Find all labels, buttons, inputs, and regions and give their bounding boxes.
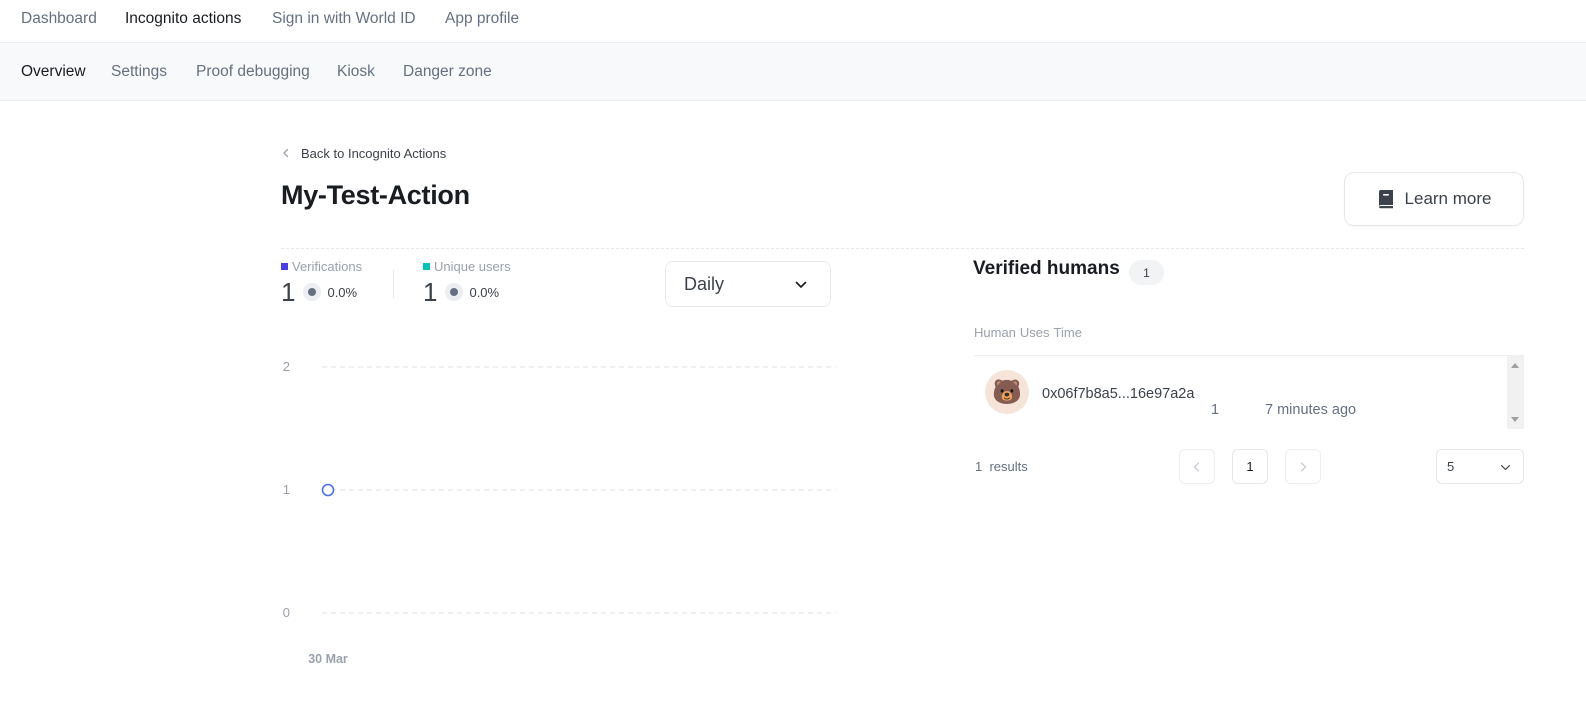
rows-per-page-select[interactable]: 5 <box>1436 449 1524 484</box>
chart-data-point[interactable] <box>321 483 335 497</box>
chart-y-tick-label: 2 <box>283 359 290 374</box>
top-nav-app-profile[interactable]: App profile <box>445 10 519 28</box>
chevron-down-icon <box>1500 464 1511 471</box>
chevron-left-icon <box>283 148 289 158</box>
unique-users-label: Unique users <box>434 259 511 274</box>
tab-proof-debugging[interactable]: Proof debugging <box>196 63 310 81</box>
chevron-left-icon <box>1193 461 1200 472</box>
learn-more-button[interactable]: Learn more <box>1344 172 1524 226</box>
scroll-up-arrow-icon[interactable] <box>1511 363 1519 368</box>
rows-per-page-value: 5 <box>1447 459 1455 474</box>
page-title: My-Test-Action <box>281 180 470 210</box>
sub-nav: Overview Settings Proof debugging Kiosk … <box>0 43 1586 101</box>
results-count-value: 1 <box>975 459 983 474</box>
verified-humans-count-badge: 1 <box>1129 260 1164 285</box>
results-count-label: results <box>989 459 1028 474</box>
top-nav-sign-in-with-world-id[interactable]: Sign in with World ID <box>272 10 416 28</box>
previous-page-button[interactable] <box>1179 449 1215 484</box>
back-link-label: Back to Incognito Actions <box>301 145 447 161</box>
back-link[interactable]: Back to Incognito Actions <box>281 144 446 162</box>
column-header-human: Human <box>974 325 1016 340</box>
verifications-change: 0.0% <box>327 284 358 300</box>
learn-more-label: Learn more <box>1404 189 1492 208</box>
tab-overview[interactable]: Overview <box>21 63 86 81</box>
column-header-time: Time <box>1053 325 1082 340</box>
stat-unique-users: Unique users 1 0.0% <box>423 259 511 307</box>
chevron-down-icon <box>795 281 807 288</box>
page-number-button[interactable]: 1 <box>1232 449 1268 484</box>
top-nav-incognito-actions[interactable]: Incognito actions <box>125 10 241 28</box>
verifications-trend-icon <box>303 283 322 301</box>
unique-users-value: 1 <box>423 277 438 307</box>
human-time: 7 minutes ago <box>1265 402 1357 418</box>
chart-y-tick-label: 0 <box>283 605 290 620</box>
verifications-legend-swatch <box>281 263 288 270</box>
stat-verifications: Verifications 1 0.0% <box>281 259 362 307</box>
top-nav: Dashboard Incognito actions Sign in with… <box>0 0 1586 43</box>
unique-users-trend-icon <box>445 283 464 301</box>
column-header-uses: Uses <box>1019 325 1050 340</box>
verifications-chart: 2 1 0 30 Mar <box>283 359 836 666</box>
unique-users-legend-swatch <box>423 263 430 270</box>
book-icon <box>1378 190 1393 209</box>
tab-settings[interactable]: Settings <box>111 63 167 81</box>
chart-x-tick-label: 30 Mar <box>308 652 348 666</box>
table-scrollbar[interactable] <box>1507 356 1524 429</box>
header-divider <box>281 248 1524 249</box>
results-count: 1 results <box>975 459 1028 474</box>
scroll-down-arrow-icon[interactable] <box>1511 417 1519 422</box>
human-nullifier: 0x06f7b8a5...16e97a2a <box>1042 386 1195 402</box>
verified-humans-title: Verified humans <box>973 258 1120 279</box>
tab-danger-zone[interactable]: Danger zone <box>403 63 492 81</box>
stats-separator <box>393 270 394 298</box>
chart-y-tick-label: 1 <box>283 482 290 497</box>
verifications-label: Verifications <box>292 259 363 274</box>
tab-kiosk[interactable]: Kiosk <box>337 63 375 81</box>
unique-users-change: 0.0% <box>469 284 500 300</box>
top-nav-dashboard[interactable]: Dashboard <box>21 10 97 28</box>
verifications-value: 1 <box>281 277 296 307</box>
period-select[interactable]: Daily <box>665 261 831 307</box>
table-header: Human Uses Time <box>974 325 1086 340</box>
chevron-right-icon <box>1300 461 1307 472</box>
human-uses: 1 <box>1211 402 1220 418</box>
table-body: 🐻 0x06f7b8a5...16e97a2a 1 7 minutes ago <box>974 356 1524 429</box>
avatar: 🐻 <box>985 370 1029 414</box>
period-select-value: Daily <box>684 273 725 294</box>
next-page-button[interactable] <box>1285 449 1321 484</box>
